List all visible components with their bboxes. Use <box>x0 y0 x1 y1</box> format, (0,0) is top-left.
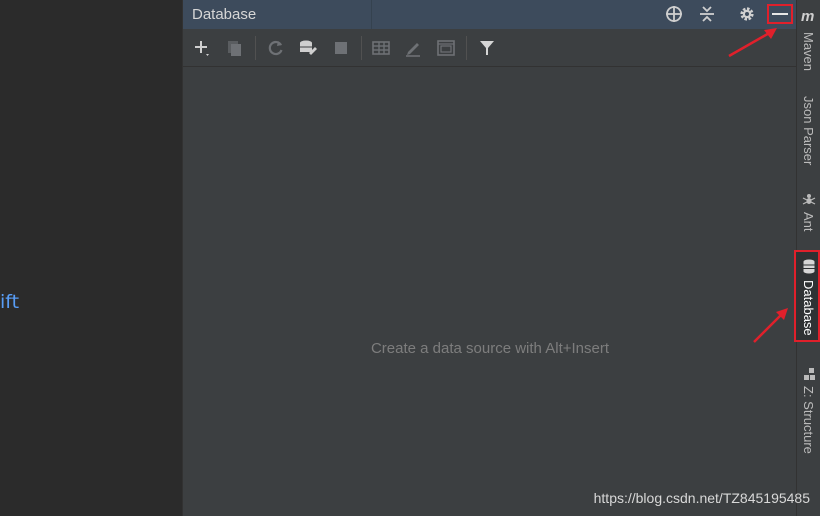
table-icon[interactable] <box>371 38 391 58</box>
toolbar-separator <box>255 36 256 60</box>
editor-area[interactable]: ift <box>0 0 182 516</box>
stop-icon[interactable] <box>331 38 351 58</box>
toolbar-separator <box>466 36 467 60</box>
stripe-item-structure[interactable]: Z: Structure <box>797 362 820 462</box>
stripe-item-json-parser[interactable]: Json Parser <box>797 90 820 180</box>
filter-icon[interactable] <box>477 38 497 58</box>
stripe-label-structure: Z: Structure <box>801 386 816 454</box>
ant-icon <box>801 192 817 208</box>
minimize-icon[interactable] <box>770 4 790 24</box>
stripe-item-ant[interactable]: Ant <box>797 188 820 240</box>
collapse-icon[interactable] <box>697 4 717 24</box>
header-tab: Database <box>183 0 372 29</box>
gear-icon[interactable] <box>737 4 757 24</box>
database-highlight <box>794 250 820 342</box>
stripe-label-json-parser: Json Parser <box>801 96 816 166</box>
editor-text-fragment[interactable]: ift <box>0 291 19 313</box>
refresh-icon[interactable] <box>266 38 286 58</box>
tool-window-header: Database <box>183 0 797 29</box>
database-tool-window: Database Create a data source with Alt+I… <box>182 0 797 516</box>
watermark: https://blog.csdn.net/TZ845195485 <box>593 490 810 506</box>
stripe-label-maven: Maven <box>801 32 816 72</box>
stripe-label-ant: Ant <box>801 212 816 232</box>
maven-icon: m <box>801 8 815 25</box>
copy-icon[interactable] <box>224 38 244 58</box>
toolbar <box>183 30 797 67</box>
annotation-arrow-top <box>728 28 777 58</box>
panel-title: Database <box>192 6 257 23</box>
stripe-item-maven[interactable]: m Maven <box>797 6 820 74</box>
target-icon[interactable] <box>664 4 684 24</box>
console-icon[interactable] <box>436 38 456 58</box>
structure-icon <box>801 366 817 382</box>
empty-state-message: Create a data source with Alt+Insert <box>370 340 610 357</box>
annotation-arrow-database <box>753 308 788 343</box>
add-icon[interactable] <box>193 38 213 58</box>
data-source-properties-icon[interactable] <box>298 38 318 58</box>
toolbar-separator <box>361 36 362 60</box>
edit-icon[interactable] <box>403 38 423 58</box>
